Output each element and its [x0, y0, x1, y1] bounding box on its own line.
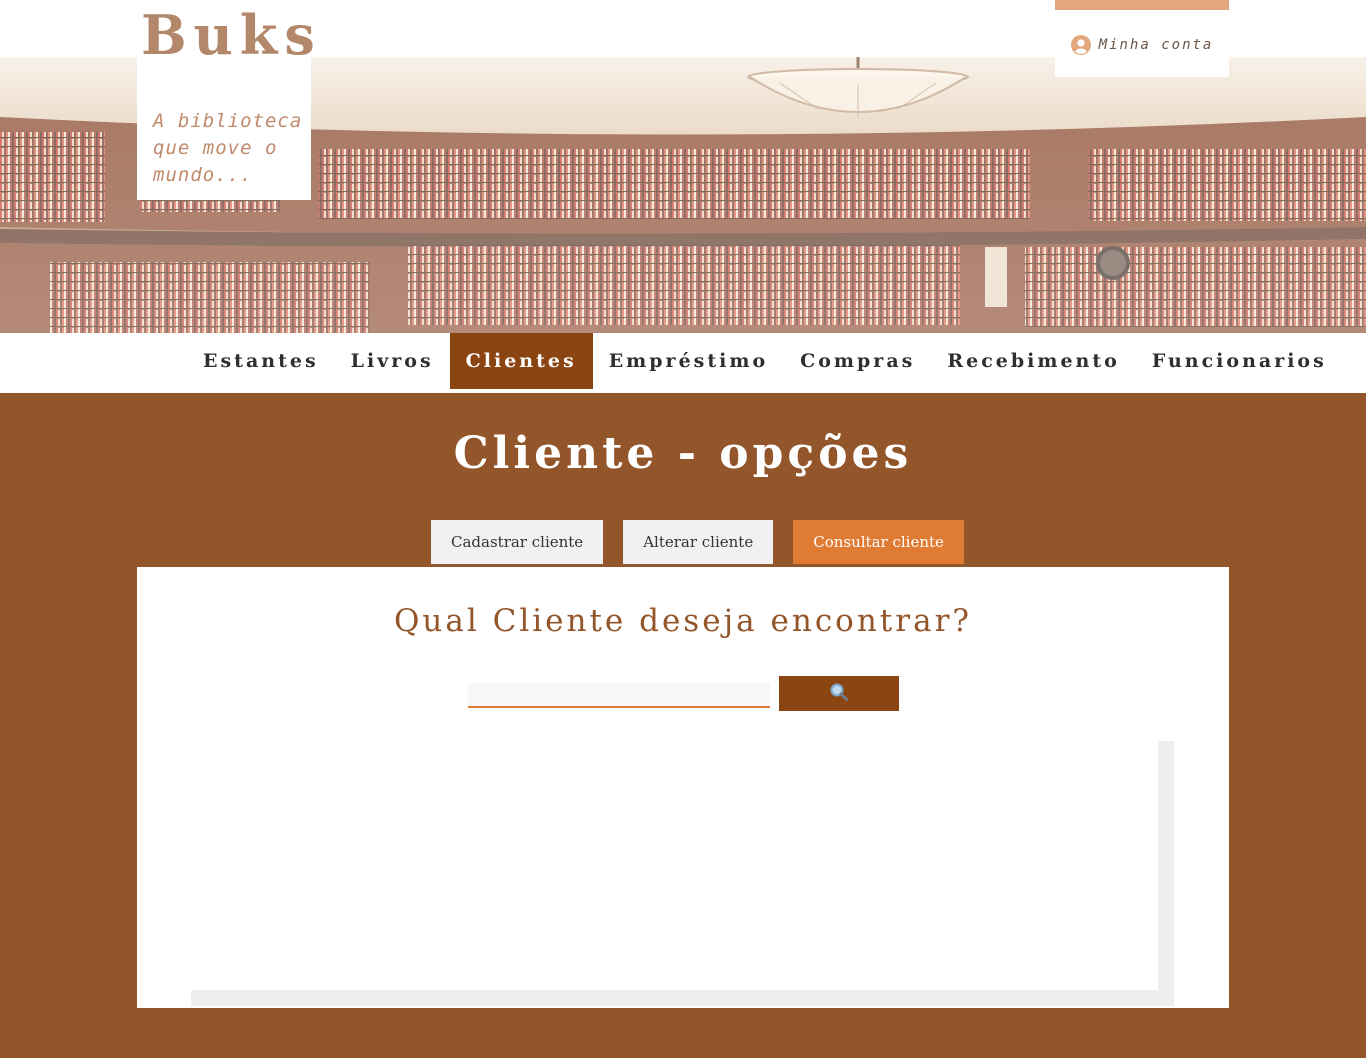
brand-tagline: A biblioteca que move o mundo...	[153, 110, 303, 186]
logo-card[interactable]: Buks A biblioteca que move o mundo...	[137, 0, 315, 200]
nav-item-clientes[interactable]: Clientes	[449, 333, 593, 389]
nav-item-compras[interactable]: Compras	[784, 333, 931, 389]
nav-list: Estantes Livros Clientes Empréstimo Comp…	[187, 333, 1343, 389]
user-circle-icon	[1070, 34, 1091, 55]
magnifier-icon	[829, 682, 849, 705]
client-search-input[interactable]	[468, 683, 770, 708]
results-area	[191, 741, 1174, 1006]
tab-alterar-cliente[interactable]: Alterar cliente	[623, 520, 774, 564]
my-account-button[interactable]: Minha conta	[1055, 0, 1229, 77]
tab-cadastrar-cliente[interactable]: Cadastrar cliente	[431, 520, 604, 564]
main-nav: Estantes Livros Clientes Empréstimo Comp…	[0, 333, 1366, 393]
nav-item-estantes[interactable]: Estantes	[187, 333, 335, 389]
search-button[interactable]	[779, 676, 899, 711]
tab-consultar-cliente[interactable]: Consultar cliente	[793, 520, 964, 564]
client-options-tabs: Cadastrar cliente Alterar cliente Consul…	[431, 520, 964, 564]
nav-item-emprestimo[interactable]: Empréstimo	[593, 333, 784, 389]
nav-item-livros[interactable]: Livros	[335, 333, 450, 389]
brand-title: Buks	[141, 3, 322, 67]
vertical-scrollbar[interactable]	[1158, 741, 1174, 990]
nav-item-funcionarios[interactable]: Funcionarios	[1136, 333, 1343, 389]
my-account-label: Minha conta	[1098, 36, 1214, 53]
search-heading: Qual Cliente deseja encontrar?	[393, 603, 973, 639]
horizontal-scrollbar[interactable]	[191, 990, 1174, 1006]
page-title: Cliente - opções	[453, 428, 913, 479]
search-panel: Qual Cliente deseja encontrar?	[137, 567, 1229, 1008]
nav-item-recebimento[interactable]: Recebimento	[931, 333, 1136, 389]
